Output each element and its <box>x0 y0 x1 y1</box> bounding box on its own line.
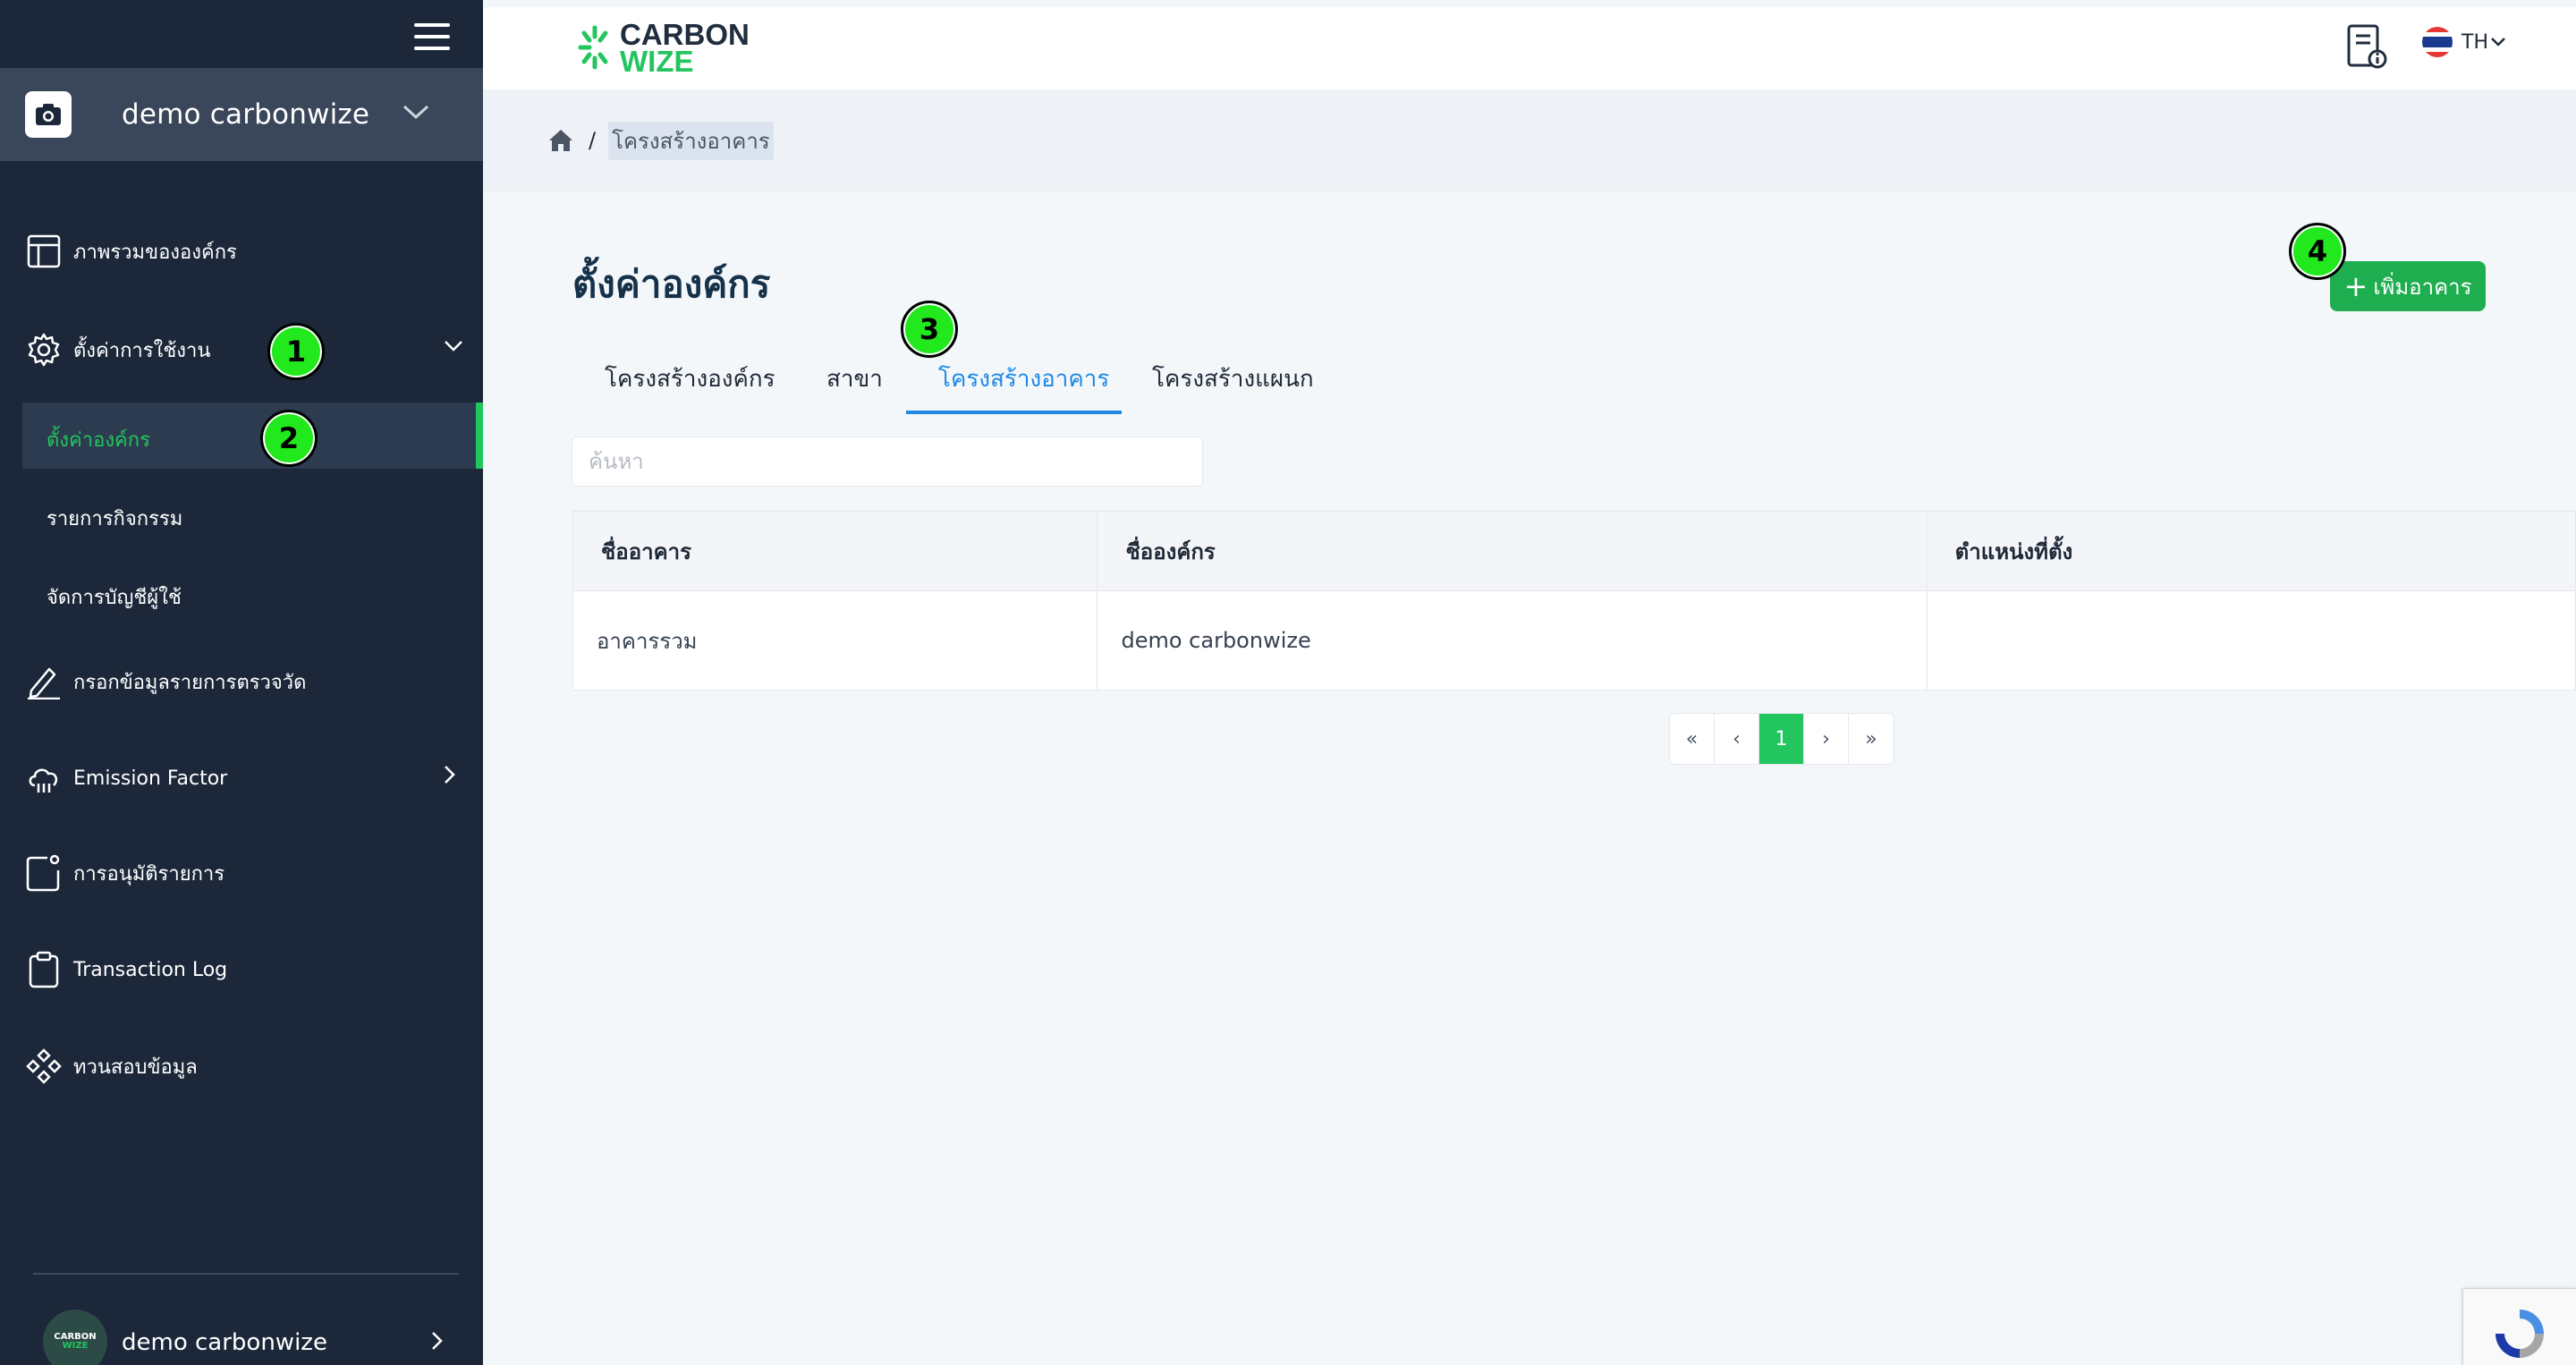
sidebar-item-label: ทวนสอบข้อมูล <box>73 1056 198 1079</box>
sidebar-item-label: ภาพรวมขององค์กร <box>73 241 237 264</box>
sidebar-subitem-user-accounts[interactable]: จัดการบัญชีผู้ใช้ <box>47 581 182 613</box>
tab-bar: โครงสร้างองค์กร สาขา โครงสร้างอาคาร โครง… <box>572 344 2576 414</box>
next-page-button[interactable]: › <box>1804 714 1849 764</box>
sidebar-item-label: การอนุมัติรายการ <box>73 862 225 886</box>
chevron-right-icon <box>432 1332 443 1350</box>
home-icon[interactable] <box>547 128 574 153</box>
brand-logo[interactable]: CARBON WIZE <box>577 18 750 78</box>
last-page-button[interactable]: » <box>1849 714 1894 764</box>
callout-badge-3: 3 <box>901 301 958 358</box>
diamonds-icon <box>25 1047 63 1085</box>
search-input[interactable] <box>572 437 1203 487</box>
camera-icon <box>25 91 72 138</box>
add-building-label: เพิ่มอาคาร <box>2373 274 2472 300</box>
tab-building-structure[interactable]: โครงสร้างอาคาร <box>938 360 1109 397</box>
cell-location <box>1928 591 2575 690</box>
cloud-icon <box>25 759 63 797</box>
sidebar-item-overview[interactable]: ภาพรวมขององค์กร <box>25 233 237 270</box>
tab-org-structure[interactable]: โครงสร้างองค์กร <box>605 360 775 397</box>
hamburger-menu-icon[interactable] <box>414 23 450 50</box>
user-profile[interactable]: CARBON WIZE demo carbonwize <box>43 1310 454 1365</box>
sidebar-item-approval[interactable]: การอนุมัติรายการ <box>25 854 225 892</box>
sidebar-item-data-review[interactable]: ทวนสอบข้อมูล <box>25 1047 198 1085</box>
page-button-current[interactable]: 1 <box>1759 714 1804 764</box>
language-code: TH <box>2462 30 2488 54</box>
approval-icon <box>25 854 63 892</box>
tab-branch[interactable]: สาขา <box>826 360 883 397</box>
logo-burst-icon <box>578 25 608 70</box>
add-building-button[interactable]: + เพิ่มอาคาร <box>2330 261 2486 311</box>
sidebar-item-label: ตั้งค่าการใช้งาน <box>73 339 211 362</box>
first-page-button[interactable]: « <box>1670 714 1715 764</box>
language-selector[interactable]: TH <box>2422 27 2506 57</box>
plus-icon: + <box>2343 269 2368 303</box>
thai-flag-icon <box>2422 27 2453 57</box>
sidebar-item-settings[interactable]: ตั้งค่าการใช้งาน <box>25 331 210 369</box>
chevron-right-icon <box>445 766 455 784</box>
recaptcha-badge[interactable] <box>2462 1288 2576 1365</box>
clipboard-icon <box>25 951 63 988</box>
sidebar-item-emission-factor[interactable]: Emission Factor <box>25 759 227 797</box>
cell-building-name: อาคารรวม <box>573 591 1098 690</box>
active-tab-indicator <box>906 411 1122 414</box>
chevron-down-icon <box>402 105 429 120</box>
breadcrumb: / โครงสร้างอาคาร <box>483 89 2576 191</box>
sidebar-item-label: กรอกข้อมูลรายการตรวจวัด <box>73 671 307 694</box>
callout-badge-1: 1 <box>267 323 325 380</box>
sidebar-subitem-org-settings[interactable]: ตั้งค่าองค์กร <box>47 424 150 455</box>
column-header-building-name[interactable]: ชื่ออาคาร <box>573 512 1098 590</box>
sidebar-divider <box>33 1273 459 1275</box>
avatar: CARBON WIZE <box>43 1310 107 1365</box>
sidebar-item-transaction-log[interactable]: Transaction Log <box>25 951 227 988</box>
chevron-down-icon <box>445 341 462 352</box>
breadcrumb-separator: / <box>589 128 597 153</box>
chevron-down-icon <box>2491 38 2505 47</box>
page-title: ตั้งค่าองค์กร <box>572 262 771 306</box>
sidebar: demo carbonwize ภาพรวมขององค์กร ตั้งค่าก… <box>0 0 483 1365</box>
callout-badge-4: 4 <box>2289 223 2346 280</box>
table-row[interactable]: อาคารรวม demo carbonwize <box>573 591 2575 690</box>
breadcrumb-current: โครงสร้างอาคาร <box>608 121 774 160</box>
prev-page-button[interactable]: ‹ <box>1715 714 1759 764</box>
column-header-org-name[interactable]: ชื่อองค์กร <box>1097 512 1928 590</box>
user-name: demo carbonwize <box>122 1329 327 1356</box>
logo-text: CARBON WIZE <box>620 18 750 78</box>
org-name: demo carbonwize <box>122 98 370 131</box>
sidebar-item-label: Emission Factor <box>73 767 228 790</box>
layout-icon <box>25 233 63 270</box>
document-info-icon[interactable] <box>2345 23 2388 70</box>
pencil-icon <box>25 663 63 700</box>
tab-department-structure[interactable]: โครงสร้างแผนก <box>1152 360 1314 397</box>
active-indicator <box>476 403 483 469</box>
callout-badge-2: 2 <box>260 410 318 467</box>
org-switcher[interactable]: demo carbonwize <box>0 68 483 161</box>
sidebar-item-data-entry[interactable]: กรอกข้อมูลรายการตรวจวัด <box>25 663 306 700</box>
buildings-table: ชื่ออาคาร ชื่อองค์กร ตำแหน่งที่ตั้ง อาคา… <box>572 511 2576 691</box>
pagination: « ‹ 1 › » <box>1669 713 1894 765</box>
gear-icon <box>25 331 63 369</box>
sidebar-subitem-activity-list[interactable]: รายการกิจกรรม <box>47 503 182 534</box>
cell-org-name: demo carbonwize <box>1097 591 1928 690</box>
table-header-row: ชื่ออาคาร ชื่อองค์กร ตำแหน่งที่ตั้ง <box>573 512 2575 591</box>
sidebar-item-label: Transaction Log <box>73 958 228 981</box>
top-bar: CARBON WIZE TH <box>483 7 2576 89</box>
recaptcha-icon <box>2496 1310 2544 1358</box>
column-header-location[interactable]: ตำแหน่งที่ตั้ง <box>1928 512 2575 590</box>
